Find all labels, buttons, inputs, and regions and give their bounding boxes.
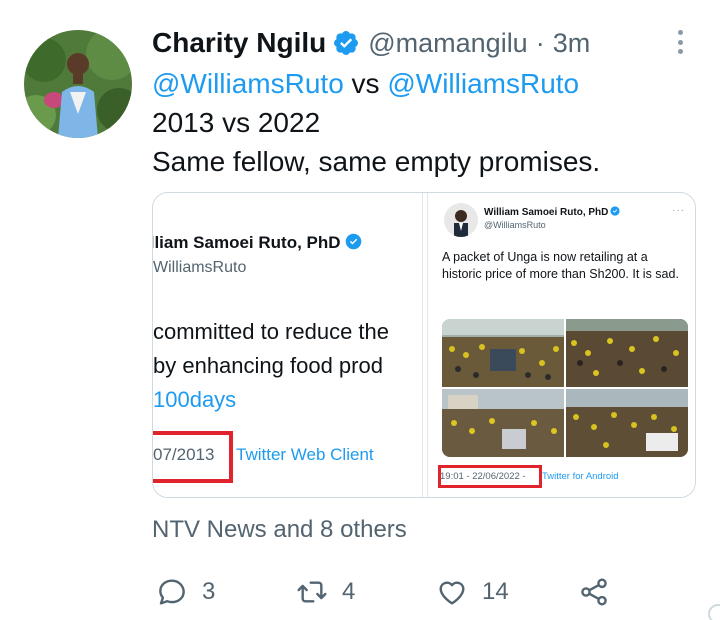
media-image-right[interactable]: William Samoei Ruto, PhD @WilliamsRuto ·… [428,193,695,497]
embedded-author-handle: @WilliamsRuto [484,220,546,230]
crowd-photo-grid [442,319,688,457]
embedded-text-line: committed to reduce the [153,319,390,344]
mention-link[interactable]: @WilliamsRuto [152,68,344,99]
share-icon [581,578,607,606]
separator: · [535,27,545,58]
partial-icon [708,604,720,620]
tweet-line-3: Same fellow, same empty promises. [152,146,601,177]
author-avatar[interactable] [24,30,132,138]
reply-button[interactable]: 3 [156,572,215,612]
like-count: 14 [482,578,509,605]
reply-count: 3 [202,578,216,605]
embedded-author-name: illiam Samoei Ruto, PhD [153,233,362,253]
embedded-tweet-text: A packet of Unga is now retailing at a h… [442,250,679,281]
verified-badge-icon [332,29,360,57]
embedded-author-name: William Samoei Ruto, PhD [484,206,620,218]
like-icon [439,581,465,605]
more-options-icon[interactable] [668,28,692,56]
tweet-actions: 3 4 14 [150,572,620,612]
reply-icon [159,579,185,605]
embedded-hashtag: 100days [153,387,237,412]
tweet-line-2: 2013 vs 2022 [152,107,321,138]
vs-text: vs [343,68,388,99]
embedded-text-line: by enhancing food prod [153,353,383,378]
tweet-line-1: @WilliamsRuto vs @WilliamsRuto [152,64,600,103]
crowd-photo [442,319,564,387]
tweet-header: Charity Ngilu @mamangilu · 3m [152,26,590,60]
tweet-time[interactable]: 3m [553,28,591,59]
retweet-count: 4 [342,578,356,605]
embedded-client: Twitter for Android [542,471,619,482]
crowd-photo [442,389,564,457]
embedded-author-handle: WilliamsRuto [153,259,247,276]
embedded-avatar [444,203,478,237]
media-image-left[interactable]: illiam Samoei Ruto, PhD WilliamsRuto com… [153,193,422,497]
highlight-box [153,431,233,483]
tweet-media: illiam Samoei Ruto, PhD WilliamsRuto com… [152,192,696,498]
verified-badge-icon [345,233,362,250]
mention-link[interactable]: @WilliamsRuto [387,68,579,99]
like-button[interactable]: 14 [436,572,509,612]
embedded-client: Twitter Web Client [236,445,374,464]
tweet-text: @WilliamsRuto vs @WilliamsRuto 2013 vs 2… [152,64,600,181]
retweet-icon [297,581,327,603]
retweeted-by[interactable]: NTV News and 8 others [152,516,407,544]
crowd-photo [566,389,688,457]
author-handle[interactable]: @mamangilu [368,28,527,59]
crowd-photo [566,319,688,387]
highlight-box [438,465,542,488]
author-name[interactable]: Charity Ngilu [152,27,326,59]
retweet-button[interactable]: 4 [296,572,355,612]
verified-badge-icon [610,206,620,216]
more-options-icon: ··· [672,205,685,216]
share-button[interactable] [578,572,610,612]
